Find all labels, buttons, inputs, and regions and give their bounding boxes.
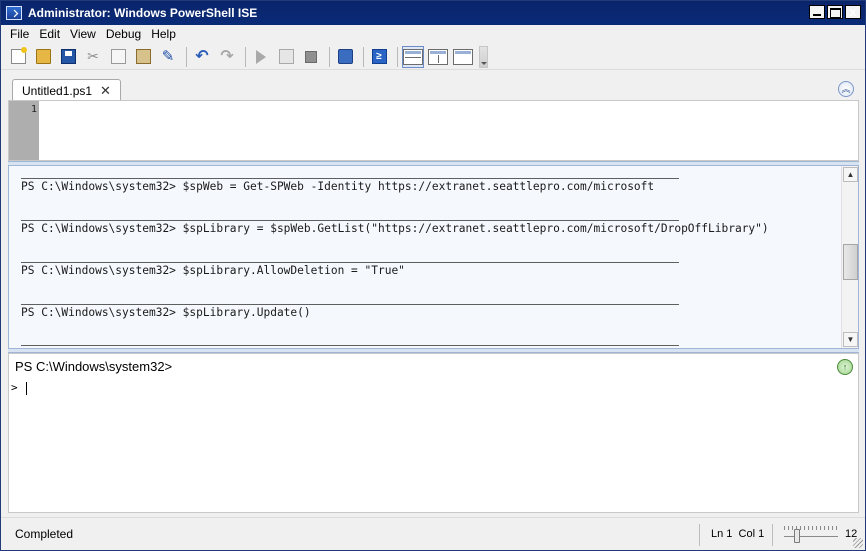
command-prompt: PS C:\Windows\system32> xyxy=(15,359,173,374)
scrollbar-thumb[interactable] xyxy=(843,244,858,280)
menu-file[interactable]: File xyxy=(5,27,34,41)
show-script-pane-maximized-icon xyxy=(453,48,473,65)
line-indicator: Ln 1 xyxy=(711,528,733,540)
toolbar-separator xyxy=(245,46,246,67)
paste-icon xyxy=(135,49,151,64)
maximize-button[interactable] xyxy=(827,5,843,19)
new-button[interactable] xyxy=(7,46,29,68)
toolbar-separator xyxy=(329,46,330,67)
output-line: PS C:\Windows\system32> $spLibrary = $sp… xyxy=(21,222,769,235)
output-separator xyxy=(21,178,679,179)
powershell-ise-icon xyxy=(6,6,22,20)
open-button[interactable] xyxy=(32,46,54,68)
caption-buttons: x xyxy=(809,5,861,19)
paste-button[interactable] xyxy=(132,46,154,68)
move-command-pane-up-icon[interactable]: ↑ xyxy=(837,359,853,375)
cut-icon: ✂ xyxy=(87,48,99,64)
script-pane[interactable]: 1 xyxy=(8,100,859,161)
copy-icon xyxy=(110,49,126,64)
output-line: PS C:\Windows\system32> $spLibrary.Allow… xyxy=(21,264,405,277)
close-tab-icon[interactable]: ✕ xyxy=(100,83,111,99)
show-script-pane-top-icon xyxy=(403,48,423,65)
show-script-pane-right-button[interactable] xyxy=(427,46,449,68)
new-icon xyxy=(10,47,27,64)
new-remote-tab-button[interactable] xyxy=(334,46,356,68)
close-button[interactable]: x xyxy=(845,5,861,19)
open-icon xyxy=(35,49,51,64)
resize-grip[interactable] xyxy=(853,538,863,548)
stop-button[interactable] xyxy=(300,46,322,68)
show-script-pane-top-button[interactable] xyxy=(402,45,424,68)
output-pane[interactable]: PS C:\Windows\system32> $spWeb = Get-SPW… xyxy=(8,165,859,349)
output-separator xyxy=(21,345,679,346)
status-separator xyxy=(699,524,700,546)
menu-debug[interactable]: Debug xyxy=(101,27,146,41)
cursor-position: Ln 1 Col 1 xyxy=(711,528,764,540)
cut-button[interactable]: ✂ xyxy=(82,46,104,68)
input-marker: > xyxy=(11,381,18,394)
start-powershell-button[interactable]: ≥ xyxy=(368,46,390,68)
window-title: Administrator: Windows PowerShell ISE xyxy=(28,6,258,20)
undo-icon: ↶ xyxy=(195,48,209,65)
output-separator xyxy=(21,262,679,263)
status-bar: Completed Ln 1 Col 1 12 xyxy=(1,517,865,550)
zoom-slider[interactable] xyxy=(784,524,840,546)
start-powershell-icon: ≥ xyxy=(371,49,387,64)
column-indicator: Col 1 xyxy=(738,528,765,540)
toolbar: ✂ ✎ ↶ ↷ ≥ xyxy=(1,44,865,70)
show-script-pane-right-icon xyxy=(428,48,448,65)
tab-untitled1[interactable]: Untitled1.ps1 ✕ xyxy=(12,79,121,102)
toolbar-separator xyxy=(397,46,398,67)
line-number-gutter: 1 xyxy=(9,101,39,160)
menu-help[interactable]: Help xyxy=(146,27,181,41)
output-separator xyxy=(21,304,679,305)
toolbar-overflow-button[interactable] xyxy=(479,45,488,68)
clear-output-button[interactable]: ✎ xyxy=(157,46,179,68)
output-separator xyxy=(21,220,679,221)
command-pane[interactable]: PS C:\Windows\system32> > ↑ xyxy=(8,353,859,513)
run-selection-button[interactable] xyxy=(275,46,297,68)
run-selection-icon xyxy=(278,49,294,64)
save-icon xyxy=(60,49,76,64)
output-line: PS C:\Windows\system32> $spWeb = Get-SPW… xyxy=(21,180,655,193)
collapse-script-pane-icon[interactable]: ︽ xyxy=(838,81,854,97)
new-remote-tab-icon xyxy=(337,49,353,64)
line-number: 1 xyxy=(30,104,37,115)
run-script-icon xyxy=(256,49,266,64)
menu-edit[interactable]: Edit xyxy=(34,27,65,41)
zoom-thumb[interactable] xyxy=(794,529,800,543)
text-caret xyxy=(25,381,27,395)
redo-icon: ↷ xyxy=(220,48,234,65)
output-scrollbar[interactable]: ▲ ▼ xyxy=(841,166,858,348)
scroll-down-icon[interactable]: ▼ xyxy=(843,332,858,347)
script-tab-strip: Untitled1.ps1 ✕ ︽ xyxy=(1,73,865,102)
copy-button[interactable] xyxy=(107,46,129,68)
undo-button[interactable]: ↶ xyxy=(191,46,213,68)
output-line: PS C:\Windows\system32> $spLibrary.Updat… xyxy=(21,306,311,319)
minimize-button[interactable] xyxy=(809,5,825,19)
command-input[interactable]: > xyxy=(11,381,27,395)
run-script-button[interactable] xyxy=(250,46,272,68)
zoom-ticks xyxy=(784,526,838,530)
title-bar[interactable]: Administrator: Windows PowerShell ISE x xyxy=(1,1,865,25)
save-button[interactable] xyxy=(57,46,79,68)
clear-output-icon: ✎ xyxy=(161,48,175,65)
status-text: Completed xyxy=(15,527,74,541)
powershell-ise-window: Administrator: Windows PowerShell ISE x … xyxy=(0,0,866,551)
menu-view[interactable]: View xyxy=(65,27,101,41)
scroll-up-icon[interactable]: ▲ xyxy=(843,167,858,182)
redo-button[interactable]: ↷ xyxy=(216,46,238,68)
tab-label: Untitled1.ps1 xyxy=(22,84,93,98)
stop-icon xyxy=(305,50,317,63)
menu-bar: File Edit View Debug Help xyxy=(1,25,865,43)
toolbar-separator xyxy=(186,46,187,67)
toolbar-separator xyxy=(363,46,364,67)
status-separator xyxy=(772,524,773,546)
show-script-pane-maximized-button[interactable] xyxy=(452,46,474,68)
zoom-track xyxy=(784,536,838,537)
